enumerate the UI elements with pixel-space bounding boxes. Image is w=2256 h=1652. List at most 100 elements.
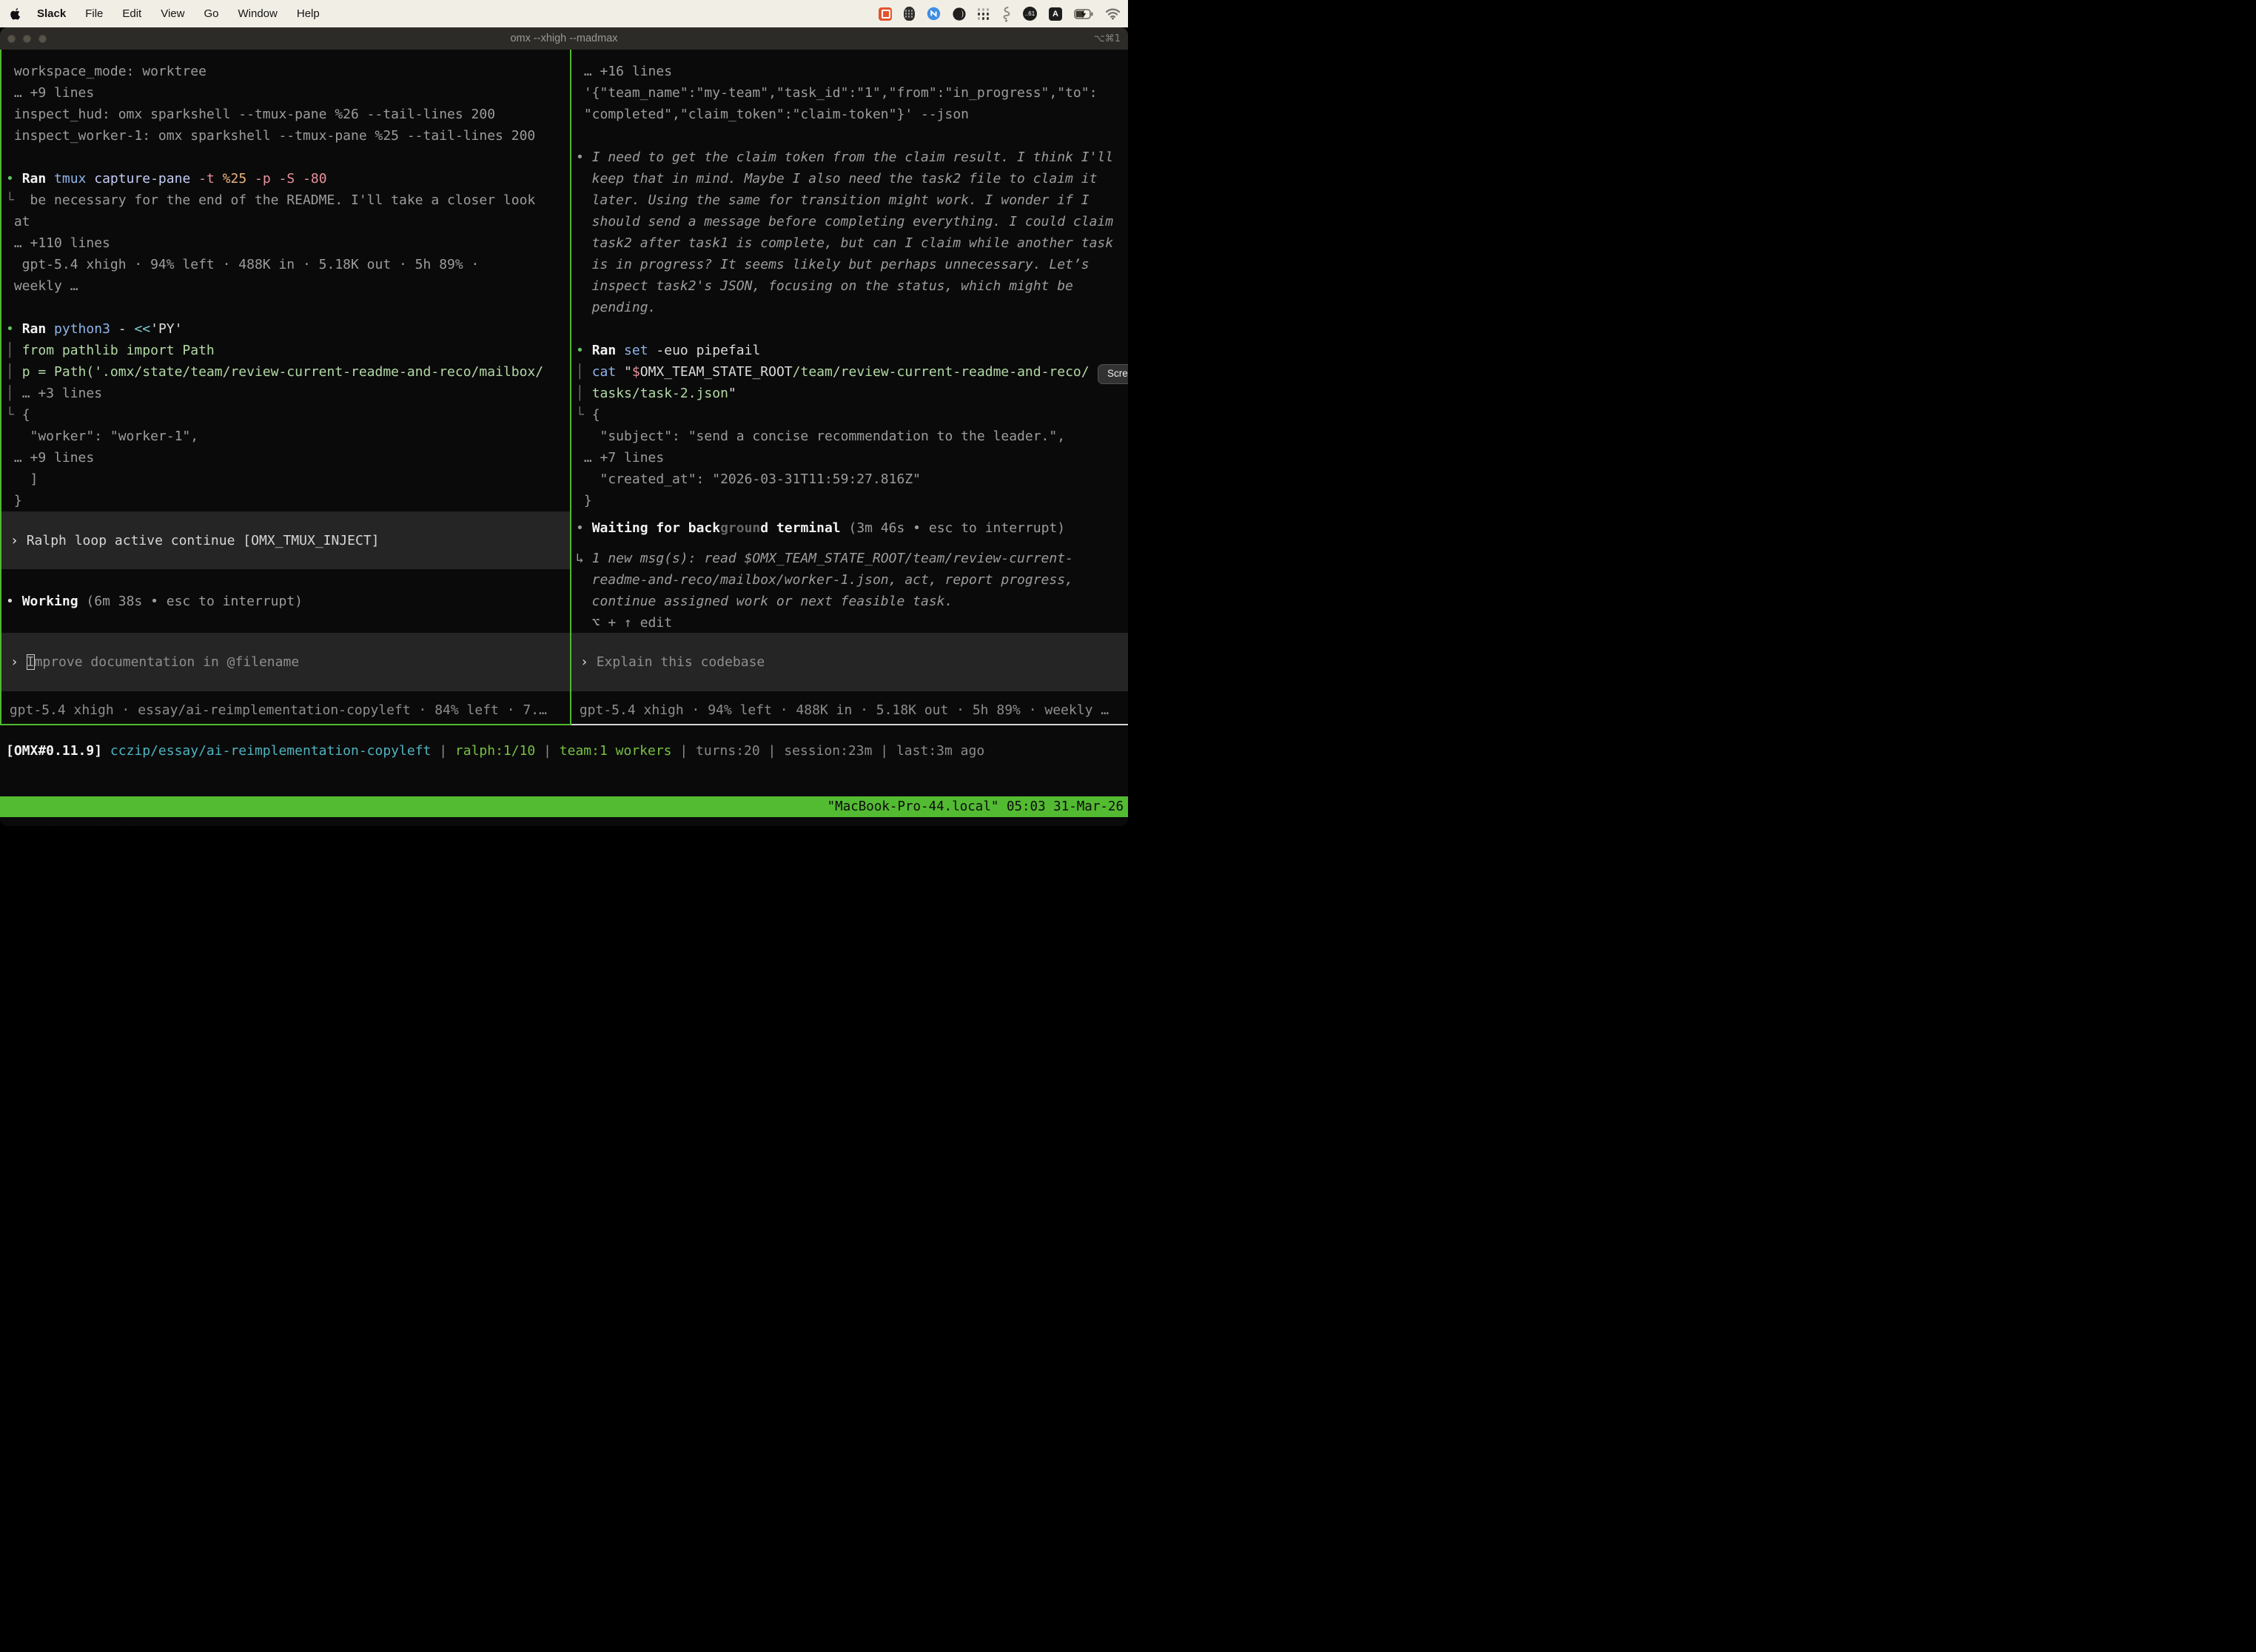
model-status-right: gpt-5.4 xhigh · 94% left · 488K in · 5.1… xyxy=(571,699,1128,721)
text-segment: ⌥ + ↑ edit xyxy=(576,615,672,631)
text-segment: │ xyxy=(6,386,22,401)
text-segment: … +110 lines xyxy=(6,235,110,251)
text-segment: … +9 lines xyxy=(6,450,94,466)
text-segment: "completed","claim_token":"claim-token"}… xyxy=(576,107,969,122)
wifi-icon[interactable] xyxy=(1105,7,1121,20)
terminal-line: continue assigned work or next feasible … xyxy=(576,591,1128,612)
text-segment: | xyxy=(672,743,696,759)
text-segment: "subject": "send a concise recommendatio… xyxy=(576,429,1065,444)
text-segment: should send a message before completing … xyxy=(576,214,1113,229)
text-segment: Ran xyxy=(592,343,624,358)
terminal-line: └ be necessary for the end of the README… xyxy=(6,189,570,211)
terminal-line: inspect_worker-1: omx sparkshell --tmux-… xyxy=(6,125,570,147)
window-title-bar[interactable]: omx --xhigh --madmax ⌥⌘1 xyxy=(0,27,1128,50)
menu-item-edit[interactable]: Edit xyxy=(122,7,141,20)
chat-bubble-shape xyxy=(882,10,890,19)
keyboard-a-icon[interactable]: A xyxy=(1049,7,1062,21)
text-segment: at xyxy=(6,214,30,229)
terminal-line: gpt-5.4 xhigh · 94% left · 488K in · 5.1… xyxy=(6,254,570,275)
text-segment: • xyxy=(576,343,592,358)
text-segment: last:3m ago xyxy=(896,743,984,759)
terminal-line: │ cat "$OMX_TEAM_STATE_ROOT/team/review-… xyxy=(576,361,1128,383)
text-segment: " xyxy=(624,364,632,380)
terminal-line: "created_at": "2026-03-31T11:59:27.816Z" xyxy=(576,469,1128,490)
text-segment: cczip/essay/ai-reimplementation-copyleft xyxy=(110,743,431,759)
menu-item-view[interactable]: View xyxy=(161,7,184,20)
prompt-input-left[interactable]: › Improve documentation in @filename xyxy=(1,633,570,691)
spacer xyxy=(6,297,570,318)
terminal-line: inspect task2's JSON, focusing on the st… xyxy=(576,275,1128,297)
text-segment: << xyxy=(134,321,150,337)
apple-menu-icon[interactable] xyxy=(10,7,21,20)
text-segment: | xyxy=(872,743,896,759)
text-cursor: I xyxy=(27,654,35,670)
chat-app-icon[interactable] xyxy=(879,7,892,21)
squiggle-icon[interactable] xyxy=(1001,6,1011,22)
terminal-line: │ p = Path('.omx/state/team/review-curre… xyxy=(6,361,570,383)
terminal-line: … +16 lines xyxy=(576,61,1128,82)
terminal-line: should send a message before completing … xyxy=(576,211,1128,232)
menu-item-help[interactable]: Help xyxy=(297,7,320,20)
text-segment: | xyxy=(535,743,560,759)
text-segment: inspect_worker-1: omx sparkshell --tmux-… xyxy=(6,128,535,144)
shield-grid-icon[interactable] xyxy=(904,7,915,21)
text-segment: … +9 lines xyxy=(6,85,94,101)
blue-badge-icon[interactable] xyxy=(927,7,941,21)
terminal-line: ⌥ + ↑ edit xyxy=(576,612,1128,634)
menu-item-app-slack[interactable]: Slack xyxy=(37,7,66,20)
menu-item-file[interactable]: File xyxy=(85,7,103,20)
text-segment: │ xyxy=(576,386,592,401)
text-segment: • xyxy=(6,171,22,187)
menu-items: File Edit View Go Window Help xyxy=(85,7,339,20)
text-segment: capture-pane xyxy=(94,171,198,187)
text-segment: set xyxy=(624,343,656,358)
prompt-chevron: › xyxy=(580,654,597,670)
terminal-line: • Waiting for background terminal (3m 46… xyxy=(576,517,1128,539)
text-segment: | xyxy=(760,743,785,759)
text-segment: groun xyxy=(720,520,760,536)
menu-item-window[interactable]: Window xyxy=(238,7,278,20)
text-segment: └ xyxy=(6,407,22,423)
text-segment: | xyxy=(431,743,455,759)
text-segment: " xyxy=(728,386,736,401)
text-segment: Ran xyxy=(22,321,54,337)
terminal-line: task2 after task1 is complete, but can I… xyxy=(576,232,1128,254)
terminal-line: │ tasks/task-2.json" xyxy=(576,383,1128,404)
text-segment: └ xyxy=(576,407,592,423)
text-segment: • xyxy=(6,321,22,337)
text-segment: { xyxy=(22,407,30,423)
terminal-line: readme-and-reco/mailbox/worker-1.json, a… xyxy=(576,569,1128,591)
tmux-status-bar: [omx-cczip0:bash* "MacBook-Pro-44.local"… xyxy=(0,796,1128,817)
terminal-line: } xyxy=(576,490,1128,511)
text-segment: readme-and-reco/mailbox/worker-1.json, a… xyxy=(576,572,1073,588)
prompt-input-right[interactable]: › Explain this codebase xyxy=(571,633,1128,691)
spacer xyxy=(576,539,1128,548)
menu-item-go[interactable]: Go xyxy=(204,7,218,20)
text-segment: … +7 lines xyxy=(576,450,664,466)
text-segment: … +3 lines xyxy=(22,386,102,401)
omx-session-status-bar: [OMX#0.11.9] cczip/essay/ai-reimplementa… xyxy=(0,725,1128,796)
window-shortcut-badge: ⌥⌘1 xyxy=(1094,33,1121,44)
text-segment: Waiting for back xyxy=(592,520,720,536)
terminal-line: ↳ 1 new msg(s): read $OMX_TEAM_STATE_ROO… xyxy=(576,548,1128,569)
terminal-line: • Working (6m 38s • esc to interrupt) xyxy=(6,591,570,612)
text-segment: cat xyxy=(592,364,624,380)
percent-badge-icon[interactable]: ..61 xyxy=(1023,7,1037,21)
battery-charging-icon[interactable] xyxy=(1074,9,1093,19)
agent-pane-left[interactable]: workspace_mode: worktree … +9 lines insp… xyxy=(1,50,570,724)
agent-pane-right[interactable]: … +16 lines '{"team_name":"my-team","tas… xyxy=(571,50,1128,724)
input-placeholder: Explain this codebase xyxy=(597,654,765,670)
text-segment: pending. xyxy=(576,300,656,315)
text-segment: from pathlib import Path xyxy=(22,343,215,358)
terminal-line: │ from pathlib import Path xyxy=(6,340,570,361)
model-status-left: gpt-5.4 xhigh · essay/ai-reimplementatio… xyxy=(1,699,570,721)
text-segment: p = Path('.omx/state/team/review-current… xyxy=(22,364,543,380)
terminal-window: omx --xhigh --madmax ⌥⌘1 workspace_mode:… xyxy=(0,27,1128,826)
dots-grid-icon[interactable] xyxy=(978,8,980,10)
text-segment: -p -S -80 xyxy=(255,171,327,187)
prompt-chevron: › xyxy=(10,654,27,670)
text-segment: } xyxy=(6,493,22,508)
text-segment: python3 xyxy=(54,321,118,337)
crescent-app-icon[interactable] xyxy=(953,7,966,21)
terminal-line: later. Using the same for transition mig… xyxy=(576,189,1128,211)
